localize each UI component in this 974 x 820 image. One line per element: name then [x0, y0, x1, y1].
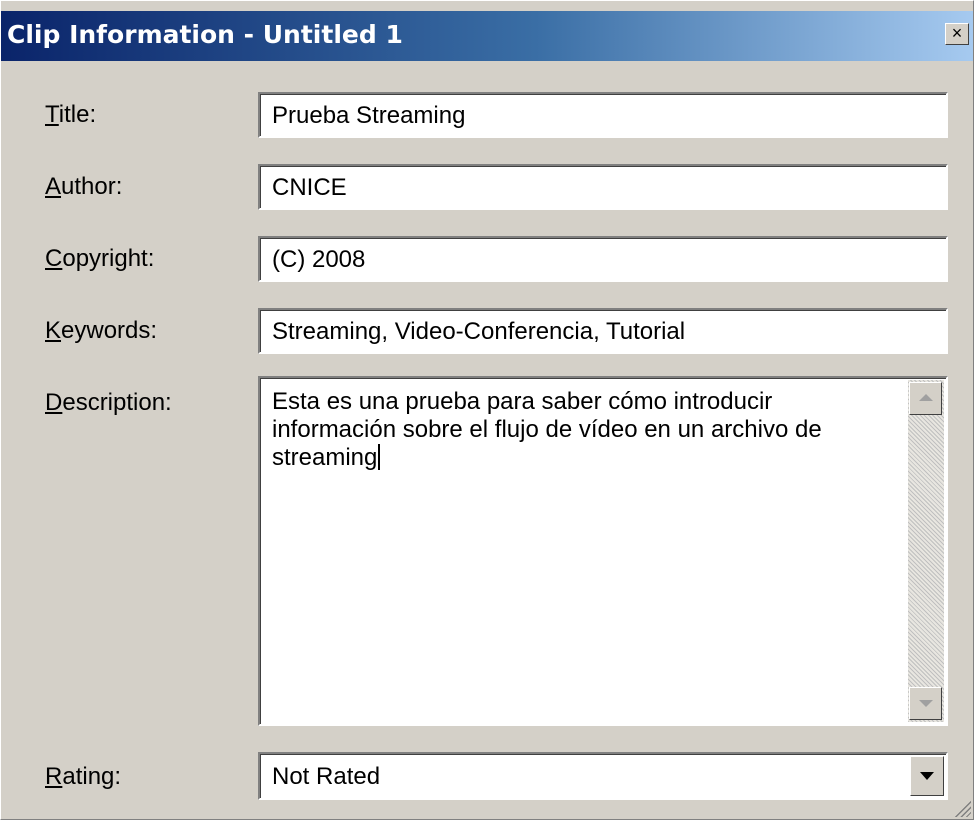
title-label: Title: [45, 101, 97, 128]
rating-dropdown-button[interactable] [910, 756, 944, 796]
keywords-label: Keywords: [45, 317, 158, 344]
rating-label: Rating: [45, 763, 122, 790]
close-button[interactable]: × [945, 23, 969, 45]
window-title: Clip Information - Untitled 1 [7, 20, 403, 49]
scroll-down-button[interactable] [909, 687, 942, 720]
author-input[interactable]: CNICE [258, 164, 948, 210]
clip-information-dialog: Clip Information - Untitled 1 × Title: P… [0, 0, 974, 820]
close-icon: × [951, 23, 963, 43]
scroll-down-arrow-icon [919, 700, 933, 707]
description-textarea[interactable]: Esta es una prueba para saber cómo intro… [258, 376, 948, 726]
resize-grip-icon[interactable] [953, 799, 971, 817]
copyright-label: Copyright: [45, 245, 155, 272]
scroll-up-arrow-icon [919, 394, 933, 401]
description-scrollbar[interactable] [908, 380, 944, 722]
title-input-value: Prueba Streaming [272, 102, 466, 129]
rating-select-value: Not Rated [272, 763, 381, 790]
description-label: Description: [45, 389, 172, 416]
keywords-input-value: Streaming, Video-Conferencia, Tutorial [272, 318, 686, 345]
author-input-value: CNICE [272, 174, 347, 201]
copyright-input-value: (C) 2008 [272, 246, 366, 273]
author-label: Author: [45, 173, 123, 200]
scroll-up-button[interactable] [909, 382, 942, 415]
title-input[interactable]: Prueba Streaming [258, 92, 948, 138]
text-caret [378, 444, 381, 470]
keywords-input[interactable]: Streaming, Video-Conferencia, Tutorial [258, 308, 948, 354]
dropdown-arrow-icon [920, 772, 934, 780]
copyright-input[interactable]: (C) 2008 [258, 236, 948, 282]
description-value: Esta es una prueba para saber cómo intro… [272, 388, 822, 471]
title-bar[interactable]: Clip Information - Untitled 1 × [1, 11, 973, 61]
rating-select[interactable]: Not Rated [258, 752, 948, 800]
description-text-content: Esta es una prueba para saber cómo intro… [272, 388, 897, 472]
